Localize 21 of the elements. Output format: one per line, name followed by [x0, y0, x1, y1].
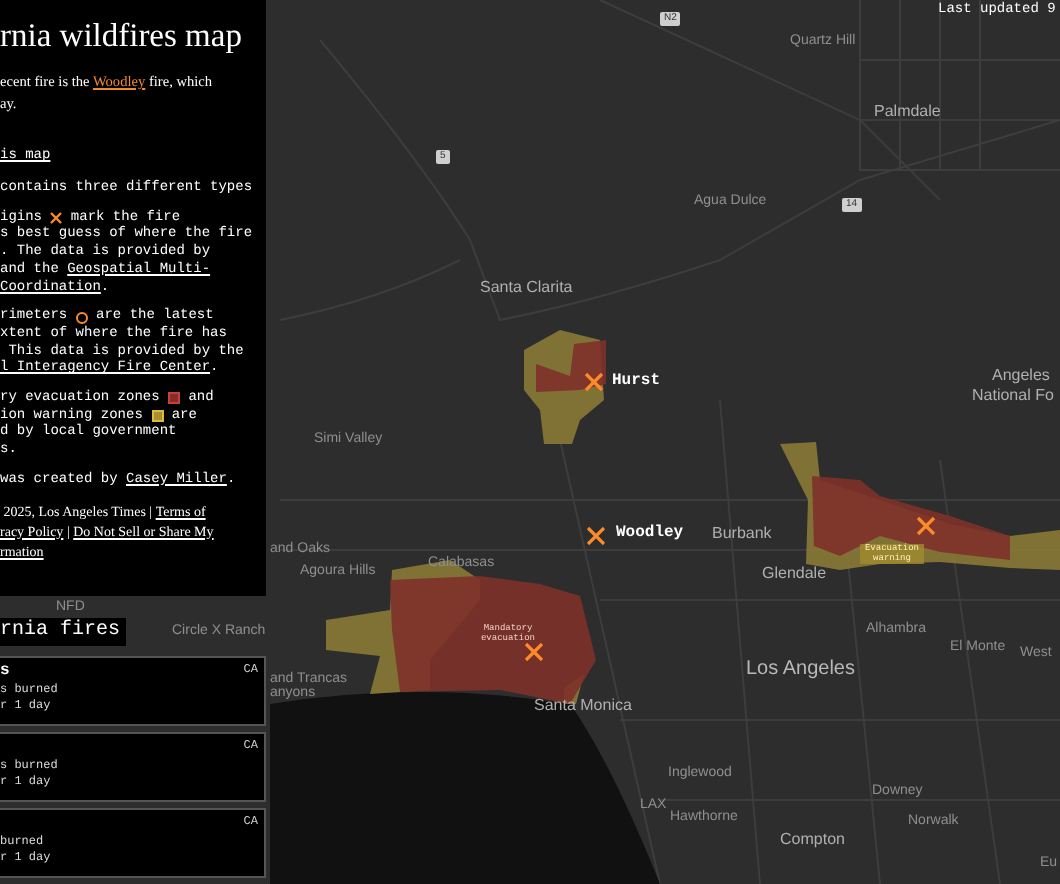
place-label: Angeles [992, 368, 1050, 384]
panel-title: rnia wildfires map [0, 18, 244, 54]
place-label: Los Angeles [746, 660, 855, 680]
fire-name-label: Woodley [616, 526, 684, 542]
fire-name: s [0, 662, 10, 682]
warning-zone-swatch-icon [151, 410, 164, 423]
fire-name-label: Hurst [612, 374, 661, 390]
place-label: Burbank [712, 526, 772, 542]
fire-origin-icon [586, 526, 606, 546]
fires-list-heading: rnia fires [0, 618, 127, 646]
x-icon [50, 212, 63, 225]
place-label: Compton [780, 832, 845, 848]
evacuation-zone-swatch-icon [168, 392, 181, 405]
place-label: Santa Clarita [480, 280, 573, 296]
fire-origin-icon [524, 642, 544, 662]
place-label: Glendale [762, 566, 827, 582]
place-label: Palmdale [874, 104, 941, 120]
place-label: National Fo [972, 388, 1054, 404]
fire-origin-icon [584, 372, 604, 392]
fire-origin-icon [916, 516, 936, 536]
place-label: Santa Monica [534, 698, 632, 714]
